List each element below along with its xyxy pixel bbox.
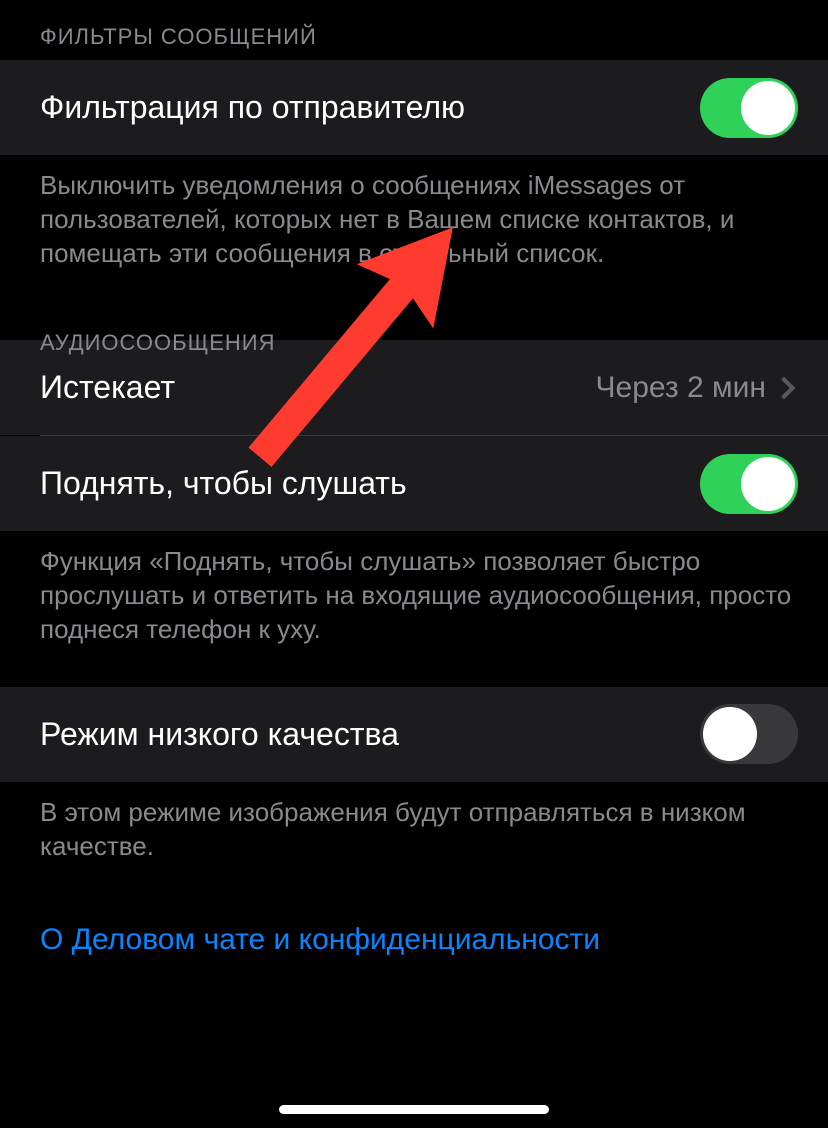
- filters-section-footer: Выключить уведомления о сообщениях iMess…: [0, 155, 828, 280]
- expire-label: Истекает: [40, 369, 175, 406]
- filters-section-header: ФИЛЬТРЫ СООБЩЕНИЙ: [0, 0, 828, 60]
- chevron-right-icon: [773, 377, 796, 400]
- raise-to-listen-row[interactable]: Поднять, чтобы слушать: [0, 436, 828, 531]
- raise-to-listen-label: Поднять, чтобы слушать: [40, 465, 407, 502]
- audio-section-footer: Функция «Поднять, чтобы слушать» позволя…: [0, 531, 828, 656]
- low-quality-row[interactable]: Режим низкого качества: [0, 687, 828, 782]
- low-quality-toggle[interactable]: [700, 704, 798, 764]
- low-quality-label: Режим низкого качества: [40, 716, 399, 753]
- home-indicator: [279, 1105, 549, 1114]
- business-chat-privacy-link[interactable]: О Деловом чате и конфиденциальности: [0, 903, 828, 977]
- audio-section-header: АУДИОСООБЩЕНИЯ: [0, 280, 828, 340]
- filter-by-sender-row[interactable]: Фильтрация по отправителю: [0, 60, 828, 155]
- filter-by-sender-label: Фильтрация по отправителю: [40, 89, 465, 126]
- filter-by-sender-toggle[interactable]: [700, 78, 798, 138]
- low-quality-footer: В этом режиме изображения будут отправля…: [0, 782, 828, 874]
- raise-to-listen-toggle[interactable]: [700, 454, 798, 514]
- expire-value: Через 2 мин: [596, 371, 766, 405]
